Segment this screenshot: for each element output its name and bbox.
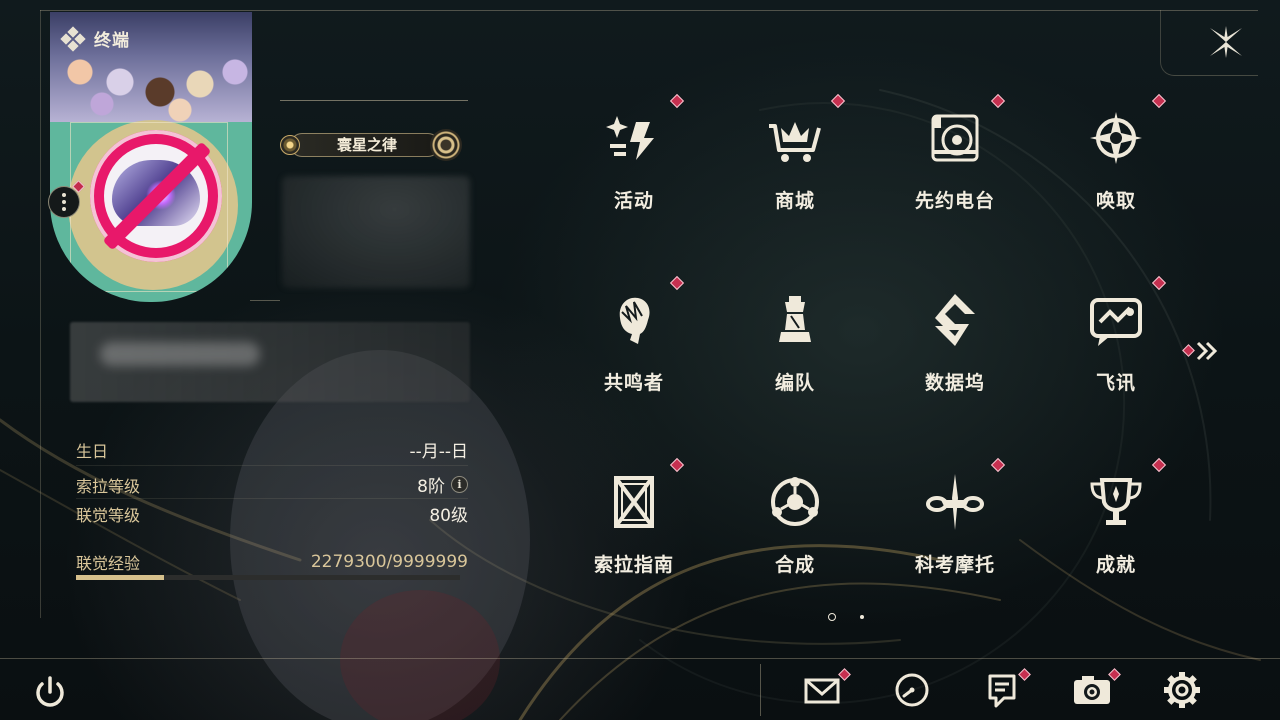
trophy-icon: [1090, 478, 1142, 525]
notice-button[interactable]: [980, 668, 1031, 712]
double-chevron-right-icon: [1196, 341, 1218, 361]
grid-item-motorbike[interactable]: 科考摩托: [905, 457, 1006, 578]
sola-level-value: 8阶: [417, 477, 445, 497]
grid-item-label: 编队: [774, 372, 815, 394]
stat-separator: [76, 465, 468, 466]
grid-item-resonator[interactable]: 共鸣者: [584, 275, 685, 396]
page-dot[interactable]: [860, 615, 864, 619]
birthday-value: --月--日: [409, 442, 468, 462]
stat-union-exp: 联觉经验 2279300/9999999: [76, 550, 468, 574]
player-name-redacted: [282, 176, 470, 288]
stat-separator: [76, 498, 468, 499]
mail-button[interactable]: [800, 668, 851, 712]
grid-item-event[interactable]: 活动: [584, 93, 685, 214]
grid-item-label: 活动: [613, 190, 654, 212]
grid-item-synthesis[interactable]: 合成: [745, 458, 845, 578]
motorbike-icon: [926, 474, 984, 530]
databank-icon: [935, 294, 975, 346]
alert-badge: [1151, 93, 1167, 109]
close-star-icon: [1210, 26, 1242, 58]
clock-button[interactable]: [890, 668, 934, 712]
grid-item-label: 先约电台: [914, 190, 995, 212]
radio-icon: [931, 114, 979, 162]
gear-icon: [1164, 672, 1200, 708]
title-emblem-left-icon: [280, 135, 300, 155]
grid-item-convene[interactable]: 唤取: [1066, 93, 1167, 214]
page-header: 终端: [60, 25, 130, 52]
union-exp-label: 联觉经验: [76, 554, 141, 573]
clock-icon: [895, 673, 929, 707]
settings-button[interactable]: [1160, 668, 1204, 712]
page-dot-active[interactable]: [828, 613, 836, 621]
guidebook-icon: [614, 476, 654, 528]
power-icon: [36, 676, 64, 707]
stat-union-level: 联觉等级 80级: [76, 501, 468, 527]
avatar-menu-button[interactable]: [48, 186, 80, 218]
frame-left-line: [40, 10, 41, 618]
union-exp-value: 2279300/9999999: [310, 552, 468, 572]
title-emblem-right-icon: [430, 129, 462, 161]
alert-badge: [669, 457, 685, 473]
close-button[interactable]: [1206, 22, 1246, 62]
camera-button[interactable]: [1070, 668, 1121, 712]
message-chat-icon: [1090, 298, 1142, 346]
info-icon[interactable]: i: [451, 476, 468, 493]
alert-badge: [1151, 275, 1167, 291]
resonator-portrait-icon: [619, 297, 650, 344]
alert-badge: [830, 93, 846, 109]
player-title-text: 寰星之律: [336, 136, 397, 154]
union-level-label: 联觉等级: [76, 505, 141, 525]
avatar-frame: [50, 120, 252, 302]
player-title-plate[interactable]: 寰星之律: [280, 129, 466, 161]
alert-badge: [669, 275, 685, 291]
divider: [280, 100, 468, 101]
grid-item-databank[interactable]: 数据坞: [905, 276, 1005, 396]
bottom-bar-divider: [760, 664, 761, 716]
grid-item-label: 数据坞: [924, 372, 985, 394]
grid-item-messages[interactable]: 飞讯: [1066, 275, 1167, 396]
chess-team-icon: [779, 296, 811, 342]
shop-cart-icon: [769, 122, 821, 162]
terminal-diamond-icon: [60, 25, 86, 52]
next-page-button[interactable]: [1180, 338, 1222, 364]
profile-avatar-card[interactable]: [50, 12, 252, 302]
grid-item-guidebook[interactable]: 索拉指南: [584, 457, 685, 578]
avatar-no-sign-icon: [90, 130, 222, 262]
alert-badge: [669, 93, 685, 109]
union-exp-progress-fill: [76, 575, 164, 580]
grid-item-label: 商城: [774, 190, 815, 212]
convene-star-icon: [1090, 112, 1142, 164]
sola-level-label: 索拉等级: [76, 476, 141, 496]
alert-badge: [990, 93, 1006, 109]
frame-top-line: [40, 10, 1258, 11]
alert-badge: [990, 457, 1006, 473]
grid-item-label: 索拉指南: [593, 554, 674, 576]
grid-item-label: 成就: [1095, 554, 1136, 576]
grid-item-label: 共鸣者: [603, 372, 664, 394]
divider: [250, 300, 280, 301]
player-signature-redacted: [70, 322, 470, 402]
grid-item-team[interactable]: 编队: [745, 276, 845, 396]
event-icon: [606, 116, 654, 160]
page-title: 终端: [94, 31, 130, 51]
alert-badge: [1151, 457, 1167, 473]
union-level-value: 80级: [429, 506, 468, 526]
stat-sola-level: 索拉等级 8阶 i: [76, 472, 468, 497]
grid-item-shop[interactable]: 商城: [745, 93, 846, 214]
grid-item-label: 合成: [774, 554, 815, 576]
stat-birthday: 生日 --月--日: [76, 437, 468, 463]
grid-item-label: 飞讯: [1095, 372, 1136, 394]
grid-item-label: 科考摩托: [914, 554, 995, 576]
grid-item-label: 唤取: [1095, 190, 1136, 212]
grid-item-radio[interactable]: 先约电台: [905, 93, 1006, 214]
birthday-label: 生日: [76, 441, 109, 461]
power-button[interactable]: [30, 672, 70, 712]
page-indicator: [828, 613, 868, 623]
union-exp-progress-bar: [76, 575, 460, 580]
bottom-bar-line: [0, 658, 1280, 659]
synthesis-icon: [771, 477, 819, 526]
grid-item-achievements[interactable]: 成就: [1066, 457, 1167, 578]
